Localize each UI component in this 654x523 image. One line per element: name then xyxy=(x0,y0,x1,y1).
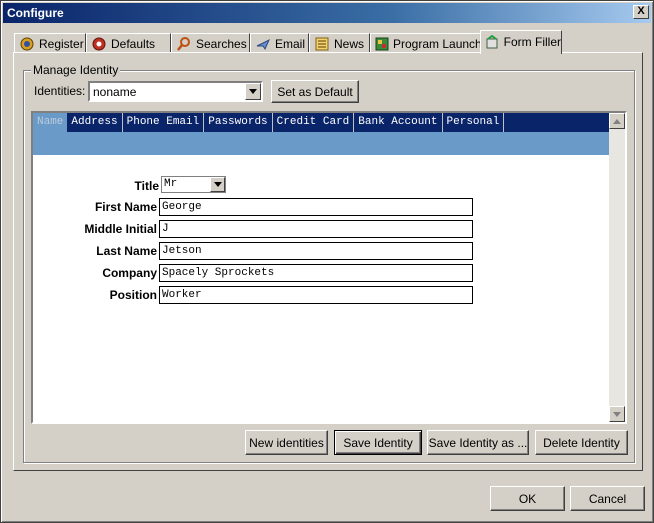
vertical-scrollbar[interactable] xyxy=(609,113,625,422)
defaults-icon xyxy=(91,36,107,52)
chevron-up-icon xyxy=(613,118,621,124)
company-label: Company xyxy=(102,266,157,280)
subtab-personal[interactable]: Personal xyxy=(443,113,505,132)
title-select[interactable]: Mr xyxy=(161,176,226,193)
identity-editor: Name Address Phone Email Passwords Credi… xyxy=(31,111,627,424)
tab-label: Register xyxy=(39,36,84,51)
title-bar[interactable]: Configure X xyxy=(3,3,651,23)
button-label: Set as Default xyxy=(277,84,353,99)
first-name-label: First Name xyxy=(94,200,157,214)
title-label: Title xyxy=(134,179,159,193)
chevron-down-icon[interactable] xyxy=(245,83,261,100)
scroll-up-button[interactable] xyxy=(609,113,625,129)
subtab-name[interactable]: Name xyxy=(33,113,68,132)
close-icon: X xyxy=(637,5,645,17)
last-name-label: Last Name xyxy=(96,244,157,258)
middle-initial-field[interactable]: J xyxy=(159,220,473,238)
ok-button[interactable]: OK xyxy=(490,486,565,511)
last-name-field[interactable]: Jetson xyxy=(159,242,473,260)
scroll-down-button[interactable] xyxy=(609,406,625,422)
position-label: Position xyxy=(109,288,157,302)
middle-initial-label: Middle Initial xyxy=(84,222,157,236)
tab-label: Program Launcher xyxy=(393,36,493,51)
first-name-value: George xyxy=(162,201,202,213)
button-label: Save Identity as ... xyxy=(428,435,528,450)
position-field[interactable]: Worker xyxy=(159,286,473,304)
subtab-phone-email[interactable]: Phone Email xyxy=(123,113,205,132)
tab-program-launcher[interactable]: Program Launcher xyxy=(370,33,493,53)
news-icon xyxy=(314,36,330,52)
subtab-passwords[interactable]: Passwords xyxy=(204,113,273,132)
register-icon xyxy=(19,36,35,52)
save-identity-button[interactable]: Save Identity xyxy=(334,430,422,455)
set-as-default-button[interactable]: Set as Default xyxy=(271,80,359,103)
subtab-bar: Name Address Phone Email Passwords Credi… xyxy=(33,113,611,132)
save-identity-as-button[interactable]: Save Identity as ... xyxy=(427,430,529,455)
new-identities-button[interactable]: New identities xyxy=(245,430,328,455)
last-name-value: Jetson xyxy=(162,245,202,257)
configure-window: Configure X Register Defaults Searches E… xyxy=(0,0,654,523)
button-label: New identities xyxy=(249,435,324,450)
tab-register[interactable]: Register xyxy=(14,33,86,53)
subtab-address[interactable]: Address xyxy=(67,113,123,132)
tab-defaults[interactable]: Defaults xyxy=(86,33,171,53)
tab-label: Searches xyxy=(196,36,247,51)
button-label: Delete Identity xyxy=(543,435,620,450)
window-title: Configure xyxy=(7,6,64,20)
searches-icon xyxy=(176,36,192,52)
subtab-credit-card[interactable]: Credit Card xyxy=(273,113,355,132)
tab-email[interactable]: Email xyxy=(250,33,309,53)
tab-label: Form Filler xyxy=(503,34,561,49)
company-value: Spacely Sprockets xyxy=(162,267,275,279)
first-name-field[interactable]: George xyxy=(159,198,473,216)
tab-label: Email xyxy=(275,36,306,51)
identities-value: noname xyxy=(93,85,137,99)
title-value: Mr xyxy=(164,178,178,190)
program-launcher-icon xyxy=(375,36,389,52)
header-band xyxy=(33,132,611,155)
chevron-down-icon[interactable] xyxy=(210,177,225,192)
delete-identity-button[interactable]: Delete Identity xyxy=(535,430,628,455)
tab-form-filler[interactable]: Form Filler xyxy=(480,30,562,54)
tab-label: Defaults xyxy=(111,36,156,51)
identities-label: Identities: xyxy=(34,84,86,98)
group-label: Manage Identity xyxy=(31,63,121,77)
email-icon xyxy=(255,36,271,52)
identities-dropdown[interactable]: noname xyxy=(88,81,263,102)
position-value: Worker xyxy=(162,289,202,301)
subtab-bank-account[interactable]: Bank Account xyxy=(354,113,443,132)
chevron-down-icon xyxy=(613,411,621,417)
close-button[interactable]: X xyxy=(633,5,649,19)
company-field[interactable]: Spacely Sprockets xyxy=(159,264,473,282)
tab-news[interactable]: News xyxy=(309,33,370,53)
form-filler-icon xyxy=(485,34,500,50)
tab-searches[interactable]: Searches xyxy=(171,33,250,53)
button-label: Save Identity xyxy=(343,435,413,450)
button-label: Cancel xyxy=(588,491,627,506)
cancel-button[interactable]: Cancel xyxy=(570,486,645,511)
tab-label: News xyxy=(334,36,365,51)
button-label: OK xyxy=(518,491,537,506)
middle-initial-value: J xyxy=(162,223,169,235)
